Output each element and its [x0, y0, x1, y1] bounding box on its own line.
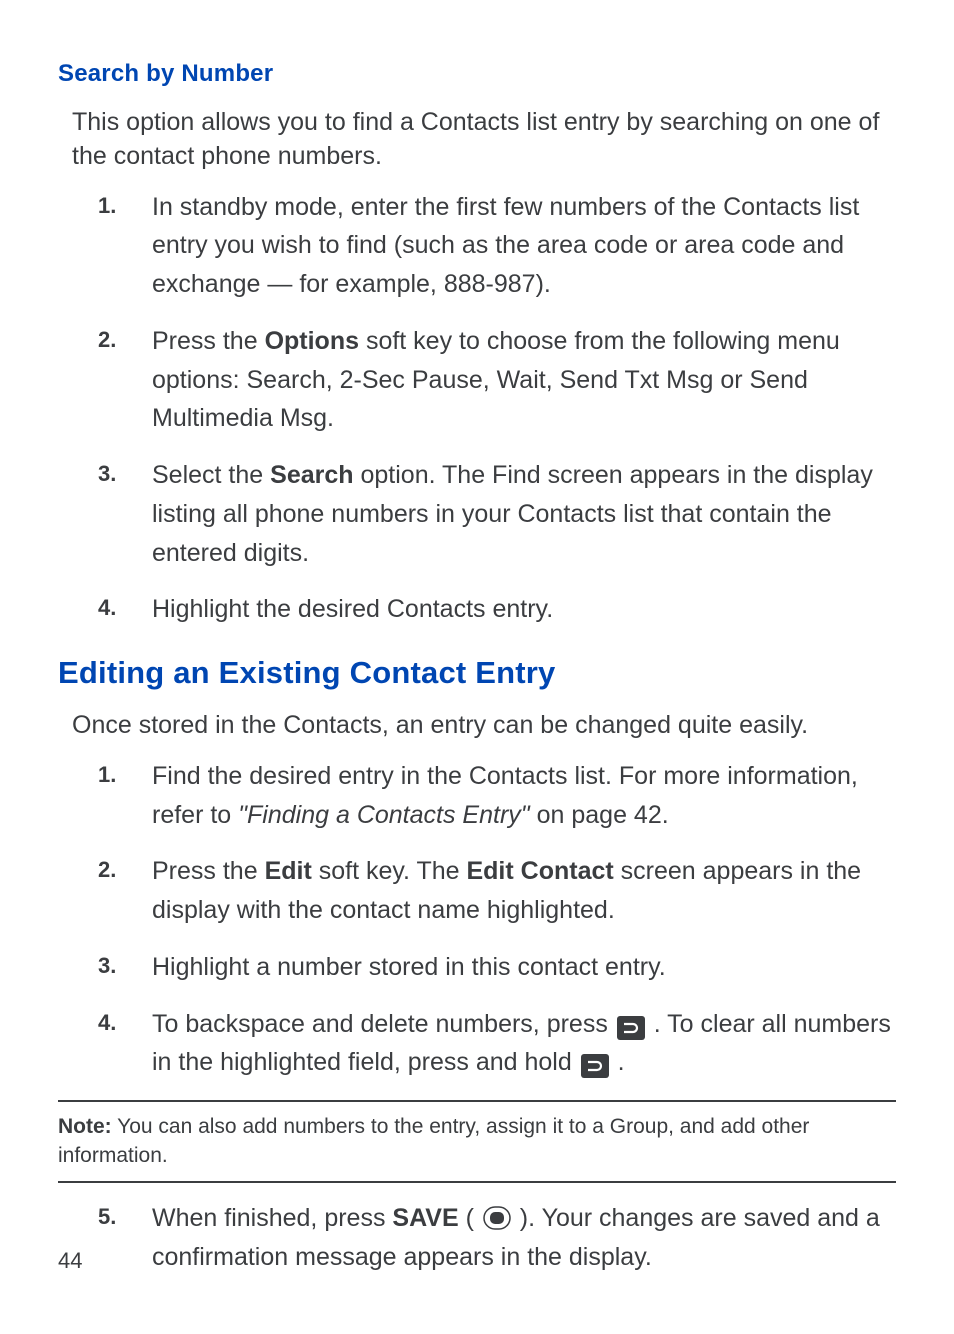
bold-options: Options [265, 327, 359, 355]
step-number: 4. [98, 590, 152, 625]
step-text: When finished, press SAVE ( ). Your chan… [152, 1199, 896, 1277]
list-item: 4. To backspace and delete numbers, pres… [98, 1005, 896, 1083]
list-item: 1. Find the desired entry in the Contact… [98, 757, 896, 835]
step-text: To backspace and delete numbers, press .… [152, 1005, 896, 1083]
steps-list-3: 5. When finished, press SAVE ( ). Your c… [58, 1199, 896, 1277]
intro-paragraph: This option allows you to find a Contact… [72, 106, 896, 174]
bold-edit: Edit [265, 857, 312, 885]
step-text: Press the Edit soft key. The Edit Contac… [152, 852, 896, 930]
text-pre: To backspace and delete numbers, press [152, 1010, 615, 1038]
text-mid: soft key. The [312, 857, 467, 885]
list-item: 2. Press the Options soft key to choose … [98, 322, 896, 438]
text-pre: Press the [152, 327, 265, 355]
text-pre: When finished, press [152, 1204, 392, 1232]
list-item: 5. When finished, press SAVE ( ). Your c… [98, 1199, 896, 1277]
divider [58, 1100, 896, 1102]
list-item: 2. Press the Edit soft key. The Edit Con… [98, 852, 896, 930]
step-text: Highlight a number stored in this contac… [152, 948, 896, 987]
text-pre: Select the [152, 461, 270, 489]
step-number: 5. [98, 1199, 152, 1234]
step-text: Highlight the desired Contacts entry. [152, 590, 896, 629]
step-number: 1. [98, 757, 152, 792]
bold-search: Search [270, 461, 353, 489]
steps-list-1: 1. In standby mode, enter the first few … [58, 188, 896, 630]
step-number: 3. [98, 948, 152, 983]
divider [58, 1181, 896, 1183]
text-pre: Press the [152, 857, 265, 885]
text-post: . [611, 1048, 625, 1076]
note-block: Note: You can also add numbers to the en… [58, 1100, 896, 1183]
step-number: 1. [98, 188, 152, 223]
center-key-icon [483, 1206, 511, 1230]
steps-list-2: 1. Find the desired entry in the Contact… [58, 757, 896, 1082]
step-text: Select the Search option. The Find scree… [152, 456, 896, 572]
note-text: Note: You can also add numbers to the en… [58, 1112, 896, 1171]
step-number: 2. [98, 322, 152, 357]
document-page: Search by Number This option allows you … [0, 0, 954, 1334]
section-heading-search-by-number: Search by Number [58, 60, 896, 88]
list-item: 3. Highlight a number stored in this con… [98, 948, 896, 987]
clear-key-icon [617, 1016, 645, 1040]
step-number: 3. [98, 456, 152, 491]
list-item: 1. In standby mode, enter the first few … [98, 188, 896, 304]
list-item: 3. Select the Search option. The Find sc… [98, 456, 896, 572]
step-text: Press the Options soft key to choose fro… [152, 322, 896, 438]
intro-paragraph: Once stored in the Contacts, an entry ca… [72, 709, 896, 743]
step-text: Find the desired entry in the Contacts l… [152, 757, 896, 835]
bold-edit-contact: Edit Contact [466, 857, 613, 885]
step-number: 4. [98, 1005, 152, 1040]
text-post: on page 42. [530, 801, 669, 829]
step-number: 2. [98, 852, 152, 887]
bold-save: SAVE [392, 1204, 458, 1232]
page-number: 44 [58, 1248, 82, 1274]
note-label: Note: [58, 1115, 112, 1138]
step-text: In standby mode, enter the first few num… [152, 188, 896, 304]
text-mid: ( [459, 1204, 481, 1232]
clear-key-icon [581, 1054, 609, 1078]
list-item: 4. Highlight the desired Contacts entry. [98, 590, 896, 629]
section-heading-editing-contact: Editing an Existing Contact Entry [58, 655, 896, 691]
italic-reference: "Finding a Contacts Entry" [238, 801, 530, 829]
note-body: You can also add numbers to the entry, a… [58, 1115, 809, 1167]
